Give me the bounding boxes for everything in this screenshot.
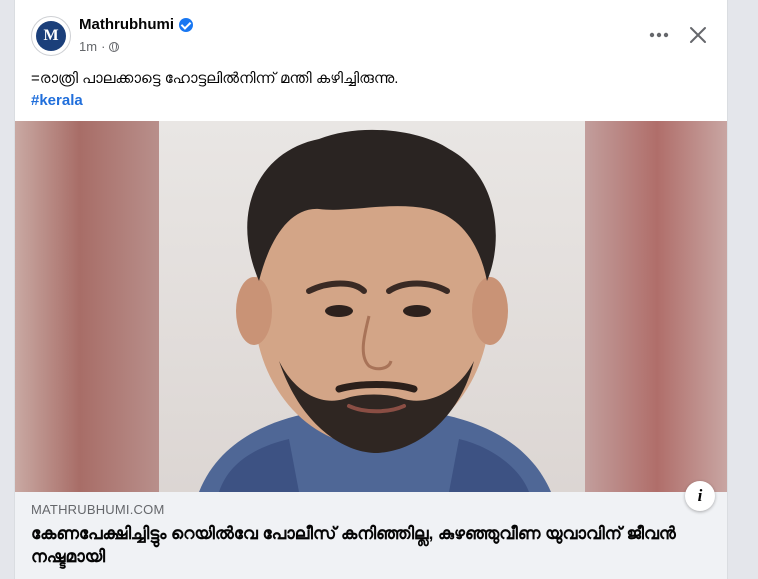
hashtag-link[interactable]: #kerala [31, 90, 711, 112]
page-name-link[interactable]: Mathrubhumi [79, 16, 174, 33]
avatar-letter: M [43, 27, 59, 44]
close-button[interactable] [681, 20, 715, 50]
post-card: M Mathrubhumi 1m · =രാത്രി പാലക്കാട്ടെ ഹ… [14, 0, 728, 579]
info-button[interactable]: i [685, 481, 715, 511]
link-headline[interactable]: കേണപേക്ഷിച്ചിട്ടും റെയിൽവേ പോലീസ് കനിഞ്ഞ… [31, 522, 711, 568]
portrait-illustration [199, 129, 551, 492]
meta-separator: · [101, 39, 106, 54]
mathrubhumi-logo-icon: M [36, 21, 66, 51]
globe-icon[interactable] [109, 41, 120, 52]
image-blur-left [15, 121, 159, 492]
page-name-row: Mathrubhumi [79, 16, 193, 33]
link-domain: MATHRUBHUMI.COM [31, 502, 165, 517]
more-options-icon [649, 32, 669, 38]
link-preview[interactable]: MATHRUBHUMI.COM കേണപേക്ഷിച്ചിട്ടും റെയിൽ… [15, 492, 727, 579]
image-blur-right [585, 121, 727, 492]
close-icon [690, 27, 706, 43]
post-meta: 1m · [79, 39, 120, 54]
more-options-button[interactable] [641, 20, 677, 50]
portrait-photo [159, 121, 585, 492]
post-caption: =രാത്രി പാലക്കാട്ടെ ഹോട്ടലിൽനിന്ന് മന്തി… [31, 68, 711, 112]
post-image[interactable] [15, 121, 727, 492]
page-avatar[interactable]: M [31, 16, 71, 56]
post-header: M Mathrubhumi 1m · [15, 0, 727, 62]
verified-badge-icon [179, 17, 193, 32]
caption-text: =രാത്രി പാലക്കാട്ടെ ഹോട്ടലിൽനിന്ന് മന്തി… [31, 70, 399, 87]
post-timestamp[interactable]: 1m [79, 39, 97, 54]
info-icon: i [697, 486, 703, 505]
